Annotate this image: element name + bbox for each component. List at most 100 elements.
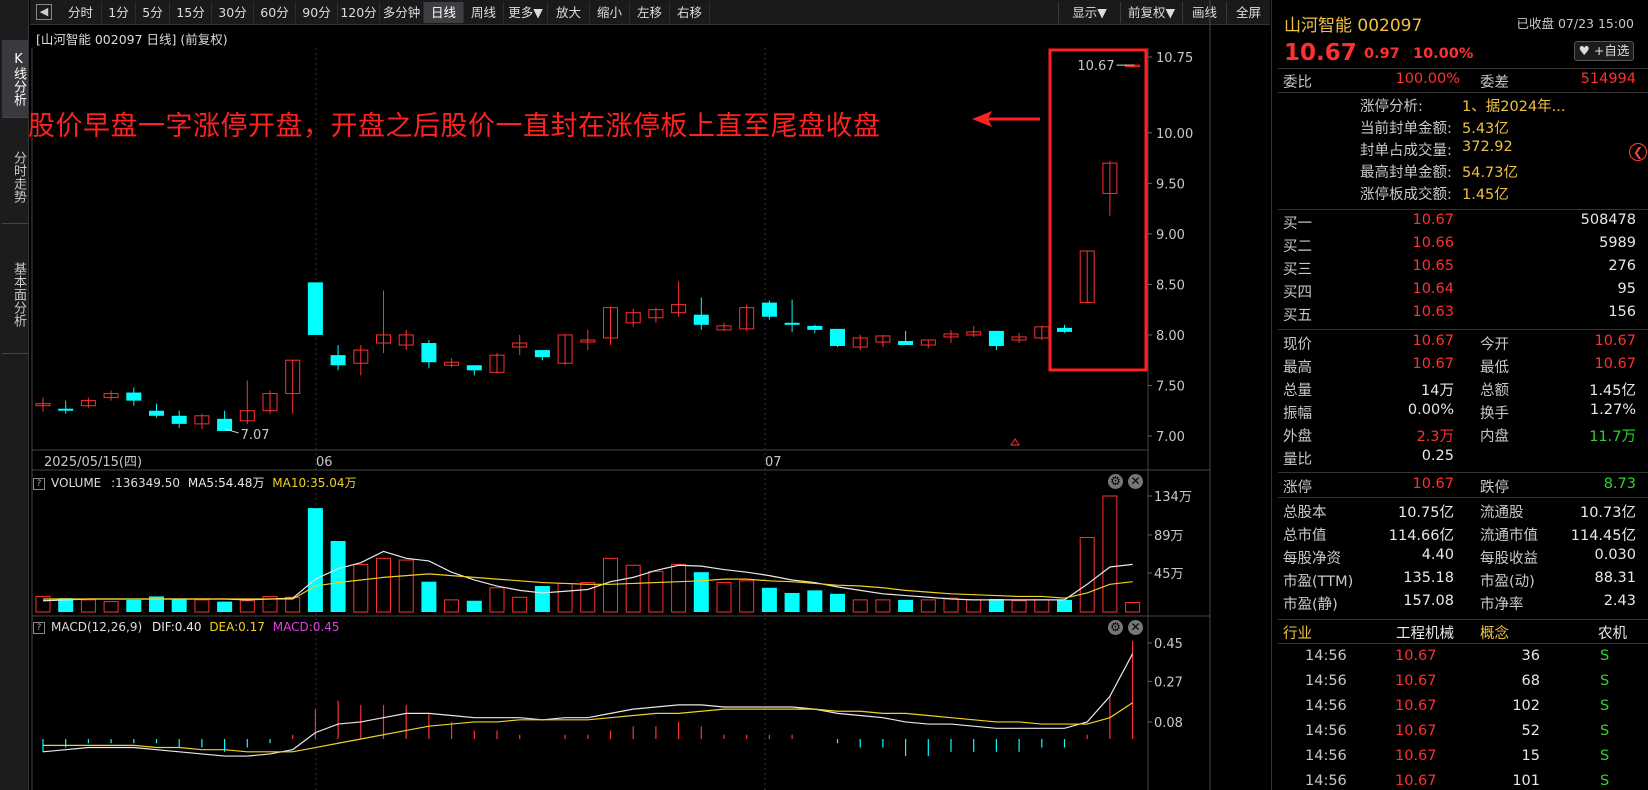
limit-info-label: 涨停分析: [1360, 99, 1423, 115]
tick-side: S [1600, 723, 1610, 739]
fund-value: 157.08 [1403, 593, 1454, 609]
macd-axis-label: 0.08 [1154, 716, 1183, 731]
price-axis-label: 9.00 [1156, 228, 1185, 243]
candle-body [1057, 327, 1072, 332]
bid-volume: 276 [1608, 258, 1636, 274]
stat-label: 量比 [1283, 452, 1312, 468]
candle-body [466, 365, 482, 371]
stock-app: K线分析 分时走势 基本面分析 ◀ 分时 1分 5分 15分 30分 60分 90分 120分… [0, 0, 1648, 790]
limit-info-label: 涨停板成交额: [1360, 187, 1452, 203]
divider [1278, 619, 1648, 620]
tick-volume: 102 [1512, 698, 1540, 714]
volume-bar [171, 599, 187, 612]
marker-triangle [1010, 438, 1020, 446]
tick-time: 14:56 [1305, 748, 1347, 764]
vol-axis-label: 45万 [1154, 567, 1184, 582]
candle-body [534, 350, 550, 358]
candle-body [830, 328, 845, 347]
weicha-value: 514994 [1580, 71, 1636, 87]
price-change: 0.97 [1364, 46, 1400, 62]
stat-value: 1.27% [1589, 402, 1636, 418]
volume-bar [648, 570, 664, 613]
price-change-pct: 10.00% [1413, 46, 1474, 62]
candle-body [58, 408, 74, 411]
volume-bar [534, 586, 550, 612]
close-icon[interactable]: ✕ [1128, 620, 1143, 635]
limit-down-label: 跌停 [1480, 480, 1509, 496]
bid-volume: 5989 [1599, 235, 1636, 251]
fund-label: 市盈(动) [1480, 574, 1535, 590]
divider [1278, 329, 1648, 330]
bid-label: 买四 [1283, 285, 1312, 301]
volume-bar [875, 599, 891, 613]
price-axis-label: 7.50 [1156, 379, 1185, 394]
settings-gear-icon[interactable]: ⚙ [1108, 620, 1123, 635]
fund-label: 流通股 [1480, 505, 1524, 521]
limit-info-value: 1.45亿 [1462, 187, 1509, 203]
limit-info-label: 封单占成交量: [1360, 143, 1452, 159]
stat-value: 10.67 [1412, 333, 1454, 349]
fund-label: 流通市值 [1480, 528, 1538, 544]
close-icon[interactable]: ✕ [1128, 474, 1143, 489]
volume-bar [943, 597, 959, 613]
add-watchlist-button[interactable]: ♥ +自选 [1574, 41, 1634, 61]
volume-bar [489, 587, 505, 613]
tick-side: S [1600, 698, 1610, 714]
candle-body [126, 392, 142, 401]
date-label: 06 [316, 455, 333, 470]
volume-bar [444, 599, 460, 613]
max-price-label: 10.67 [1077, 59, 1114, 74]
bid-price: 10.67 [1412, 212, 1454, 228]
highlight-box [1048, 48, 1148, 372]
vol-axis-label: 89万 [1154, 529, 1184, 544]
divider [1278, 68, 1648, 69]
stat-label: 最低 [1480, 360, 1509, 376]
tick-volume: 15 [1521, 748, 1540, 764]
price-axis-label: 7.00 [1156, 430, 1185, 445]
ma5-line [42, 550, 1133, 602]
limit-info-label: 最高封单金额: [1360, 165, 1452, 181]
candle-body [988, 330, 1004, 347]
bid-price: 10.66 [1412, 235, 1454, 251]
limit-down-value: 8.73 [1603, 476, 1636, 492]
tick-price: 10.67 [1395, 773, 1437, 789]
tick-side: S [1600, 773, 1610, 789]
candle-body [693, 314, 709, 325]
divider [1278, 92, 1648, 93]
volume-bar [1079, 537, 1095, 613]
volume-panel-title: ? VOLUME :136349.50 MA5:54.48万 MA10:35.04… [33, 474, 357, 491]
concept-label: 概念 [1480, 626, 1509, 642]
fund-label: 每股净资 [1283, 551, 1341, 567]
help-icon[interactable]: ? [33, 477, 45, 490]
volume-bar [1125, 601, 1141, 613]
bid-label: 买三 [1283, 262, 1312, 278]
volume-bar [761, 587, 777, 612]
fund-value: 114.66亿 [1388, 528, 1454, 544]
limit-info-value: 54.73亿 [1462, 165, 1519, 181]
help-icon[interactable]: ? [33, 621, 45, 634]
volume-bar [421, 581, 437, 612]
collapse-arrow-icon[interactable]: ❮ [1629, 143, 1647, 161]
volume-bar [103, 601, 119, 613]
bid-price: 10.64 [1412, 281, 1454, 297]
ma10-line [43, 573, 1133, 600]
volume-bar [376, 557, 391, 613]
settings-gear-icon[interactable]: ⚙ [1108, 474, 1123, 489]
stat-value: 10.67 [1412, 356, 1454, 372]
date-label: 2025/05/15(四) [44, 455, 142, 470]
volume-bar [512, 596, 528, 613]
volume-bar [625, 564, 641, 613]
divider [1278, 497, 1648, 498]
tick-price: 10.67 [1395, 673, 1437, 689]
tick-side: S [1600, 648, 1610, 664]
volume-bar [1034, 599, 1050, 613]
volume-bar [898, 599, 914, 612]
bid-volume: 95 [1617, 281, 1636, 297]
stat-value: 1.45亿 [1589, 383, 1636, 399]
price-axis-label: 8.50 [1156, 278, 1185, 293]
limit-info-value: 1、据2024年... [1462, 99, 1566, 115]
volume-bar [126, 599, 142, 612]
price-axis-label: 9.50 [1156, 177, 1185, 192]
fund-label: 市盈(静) [1283, 597, 1338, 613]
volume-bar [716, 582, 732, 613]
